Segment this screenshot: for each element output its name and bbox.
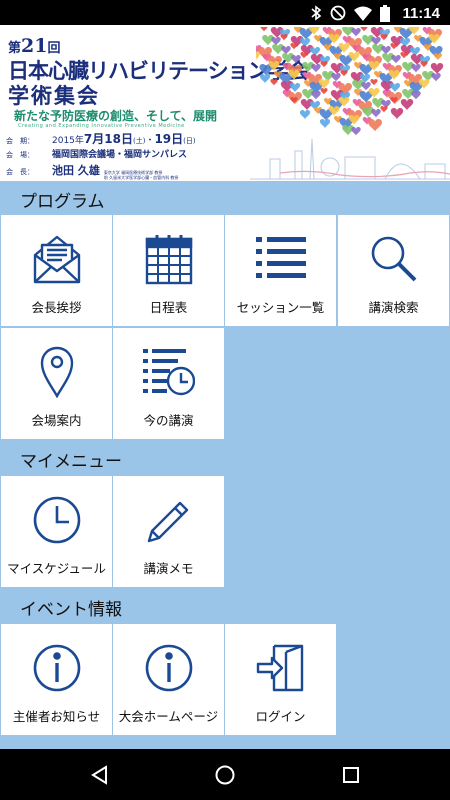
tile-label: 会長挨拶	[31, 300, 82, 315]
period-sep: ・	[145, 136, 155, 146]
president-row: 会 長： 池田 久雄 東京大学 福岡医療技術学部 教授 前 久留米大学医学部心臓…	[6, 162, 178, 180]
status-bar: 11:14	[0, 0, 450, 25]
section-title-event-info: イベント情報	[20, 600, 122, 620]
tile-president-greeting[interactable]: 会長挨拶	[1, 215, 112, 326]
president-label: 会 長：	[6, 168, 34, 176]
venue: 福岡国際会議場・福岡サンパレス	[52, 150, 188, 160]
tile-lecture-memo[interactable]: 講演メモ	[113, 476, 224, 587]
status-icons: 11:14	[310, 3, 440, 23]
venue-label: 会 場：	[6, 151, 34, 159]
section-title-program: プログラム	[20, 192, 105, 212]
battery-icon	[380, 4, 391, 22]
menu-area: プログラム 会長挨拶 日程表 セッション一覧 講演検索 会場案内 今の講演 マイ…	[0, 181, 450, 749]
president-affiliation: 東京大学 福岡医療技術学部 教授 前 久留米大学医学部心臓・血管内科 教授	[104, 170, 179, 180]
section-header-program: プログラム	[0, 181, 450, 217]
envelope-letter-icon	[1, 229, 112, 289]
tile-session-list[interactable]: セッション一覧	[225, 215, 336, 326]
tile-label: 大会ホームページ	[118, 709, 219, 724]
tile-label: 主催者お知らせ	[12, 709, 101, 724]
edition: 第21回	[8, 35, 60, 57]
bluetooth-icon	[310, 5, 322, 21]
tile-label: 講演メモ	[143, 561, 194, 576]
clock-icon	[1, 490, 112, 550]
tile-label: ログイン	[255, 709, 306, 724]
edition-suffix: 回	[47, 41, 61, 56]
back-icon[interactable]	[87, 762, 113, 788]
login-icon	[225, 638, 336, 698]
recents-icon[interactable]	[338, 762, 364, 788]
tile-label: 日程表	[149, 300, 188, 315]
navigation-bar	[0, 749, 450, 800]
pencil-icon	[113, 490, 224, 550]
tile-label: 会場案内	[31, 413, 82, 428]
period-label: 会 期：	[6, 137, 34, 145]
tile-conference-homepage[interactable]: 大会ホームページ	[113, 624, 224, 735]
conference-banner: 第21回 日本心臓リハビリテーション学会 学術集会 新たな予防医療の創造、そして…	[0, 25, 450, 181]
schedule-clock-icon	[113, 342, 224, 402]
info-icon	[113, 638, 224, 698]
tile-label: マイスケジュール	[7, 561, 106, 576]
calendar-icon	[113, 229, 224, 289]
do-not-disturb-icon	[330, 5, 346, 21]
clock-time: 11:14	[402, 4, 440, 22]
section-header-event-info: イベント情報	[0, 589, 450, 625]
period-start: 7月18日	[83, 132, 133, 146]
city-skyline-icon	[250, 138, 450, 180]
heart-collage-icon	[256, 27, 444, 136]
edition-number: 21	[21, 35, 48, 57]
search-icon	[338, 229, 449, 289]
venue-row: 会 場： 福岡国際会議場・福岡サンパレス	[6, 147, 187, 160]
tile-label: 講演検索	[368, 300, 419, 315]
tile-schedule[interactable]: 日程表	[113, 215, 224, 326]
tile-label: 今の講演	[143, 413, 194, 428]
info-icon	[1, 638, 112, 698]
list-icon	[225, 229, 336, 289]
period-row: 会 期： 2015年 7月18日 (土) ・ 19日 (日)	[6, 130, 196, 147]
section-header-my-menu: マイメニュー	[0, 441, 450, 477]
period-end: 19日	[154, 132, 184, 146]
president-name: 池田 久雄	[52, 164, 100, 177]
tile-login[interactable]: ログイン	[225, 624, 336, 735]
tile-organizer-notice[interactable]: 主催者お知らせ	[1, 624, 112, 735]
conference-title-2: 学術集会	[8, 83, 100, 108]
period-start-day: (土)	[132, 137, 146, 145]
period-end-day: (日)	[183, 137, 196, 145]
wifi-icon	[354, 6, 373, 21]
section-title-my-menu: マイメニュー	[20, 452, 122, 472]
tile-label: セッション一覧	[236, 300, 325, 315]
period-year: 2015年	[52, 136, 84, 146]
tile-my-schedule[interactable]: マイスケジュール	[1, 476, 112, 587]
tile-venue-guide[interactable]: 会場案内	[1, 328, 112, 439]
conference-subtitle: 新たな予防医療の創造、そして、展開	[14, 109, 218, 123]
president-aff-2: 前 久留米大学医学部心臓・血管内科 教授	[103, 175, 179, 180]
home-icon[interactable]	[212, 762, 238, 788]
map-pin-icon	[1, 342, 112, 402]
conference-subtitle-en: Creating and Expanding Innovative Preven…	[18, 123, 185, 129]
edition-prefix: 第	[8, 41, 22, 56]
tile-current-lecture[interactable]: 今の講演	[113, 328, 224, 439]
tile-lecture-search[interactable]: 講演検索	[338, 215, 449, 326]
